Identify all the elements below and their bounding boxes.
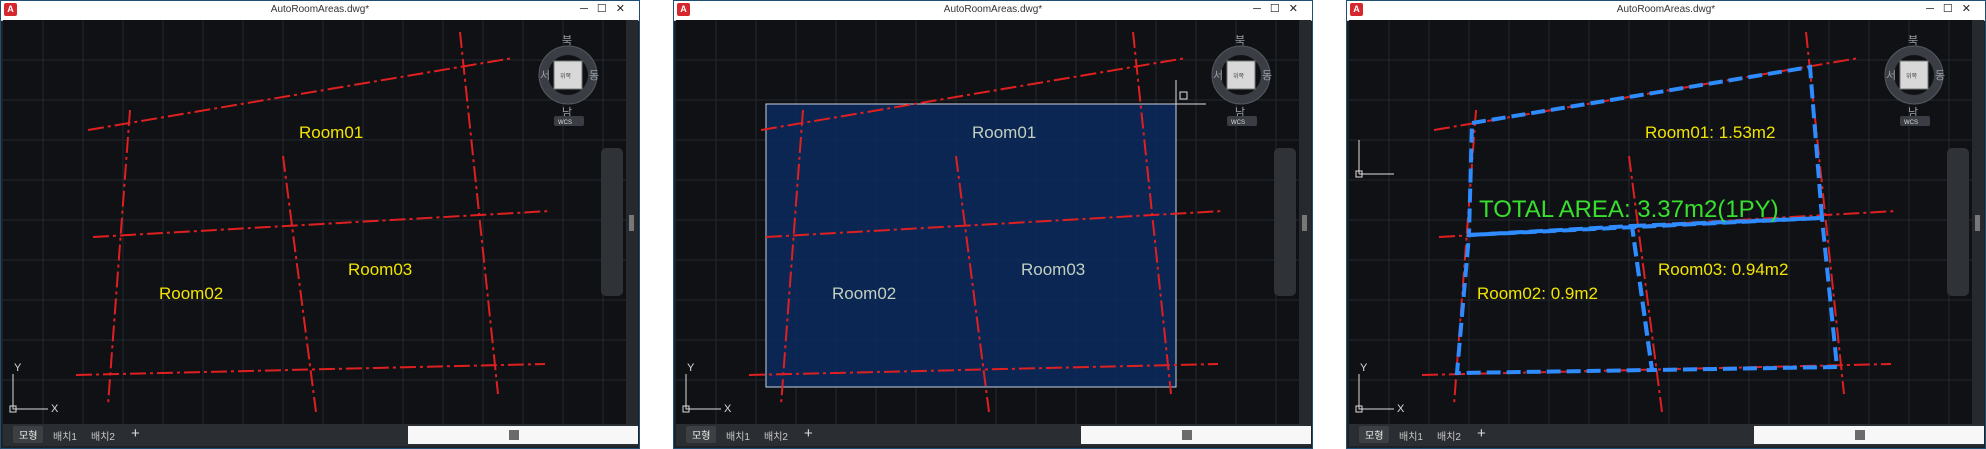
close-icon[interactable]: ✕ xyxy=(616,3,634,15)
ucs-x-label: X xyxy=(1397,403,1405,415)
drawing-canvas[interactable]: Room01: 1.53m2 Room02: 0.9m2 Room03: 0.9… xyxy=(1349,20,1972,424)
viewcube-face-label: 위쪽 xyxy=(1233,72,1245,80)
drawing-canvas[interactable]: Room01 Room02 Room03 Y X 북 남 서 동 위쪽 WCS xyxy=(676,20,1299,424)
minimize-icon[interactable]: ─ xyxy=(1926,3,1943,15)
room-label-room03[interactable]: Room03: 0.94m2 xyxy=(1658,260,1788,279)
tab-layout1[interactable]: 배치1 xyxy=(1399,428,1423,443)
compass-east-label[interactable]: 동 xyxy=(589,70,599,82)
minimize-icon[interactable]: ─ xyxy=(1253,3,1270,15)
compass-north-label[interactable]: 북 xyxy=(562,34,572,47)
title-bar[interactable]: A AutoRoomAreas.dwg* ─☐✕ xyxy=(673,0,1313,21)
close-icon[interactable]: ✕ xyxy=(1962,3,1980,15)
viewcube[interactable]: 북 남 서 동 위쪽 WCS xyxy=(1211,34,1272,126)
compass-west-label[interactable]: 서 xyxy=(1886,69,1896,82)
navigation-bar[interactable] xyxy=(1947,148,1969,296)
room-label-room02[interactable]: Room02 xyxy=(832,284,896,303)
room-label-room02[interactable]: Room02: 0.9m2 xyxy=(1477,284,1598,303)
minimize-icon[interactable]: ─ xyxy=(580,3,597,15)
ucs-y-label: Y xyxy=(14,362,22,374)
ucs-x-label: X xyxy=(724,403,732,415)
room-label-room01[interactable]: Room01 xyxy=(972,123,1036,142)
drawing-svg: Room01 Room02 Room03 Y X 북 남 서 동 위쪽 WCS xyxy=(676,20,1299,424)
selection-window[interactable] xyxy=(765,103,1177,388)
maximize-icon[interactable]: ☐ xyxy=(1270,3,1289,15)
tab-layout2[interactable]: 배치2 xyxy=(91,428,115,443)
drawing-window-1: A AutoRoomAreas.dwg* ─☐✕ Room01 Room02 R… xyxy=(0,0,640,449)
compass-east-label[interactable]: 동 xyxy=(1262,70,1272,82)
add-layout-button[interactable]: + xyxy=(1477,425,1486,442)
status-toggle-icon[interactable] xyxy=(509,430,519,440)
room-label-room03[interactable]: Room03 xyxy=(1021,260,1085,279)
status-toggle-icon[interactable] xyxy=(1182,430,1192,440)
compass-west-label[interactable]: 서 xyxy=(1213,69,1223,82)
tab-layout1[interactable]: 배치1 xyxy=(53,428,77,443)
ucs-y-label: Y xyxy=(687,362,695,374)
viewcube[interactable]: 북 남 서 동 위쪽 WCS xyxy=(1884,34,1945,126)
compass-north-label[interactable]: 북 xyxy=(1235,34,1245,47)
tab-layout2[interactable]: 배치2 xyxy=(1437,428,1461,443)
drawing-svg: Room01 Room02 Room03 Y X 북 남 서 동 위쪽 WCS xyxy=(3,20,626,424)
vertical-scrollbar[interactable] xyxy=(1299,20,1311,424)
window-controls: ─☐✕ xyxy=(1926,2,1980,15)
ucs-x-label: X xyxy=(51,403,59,415)
scroll-thumb[interactable] xyxy=(1975,215,1980,231)
close-icon[interactable]: ✕ xyxy=(1289,3,1307,15)
total-area-label[interactable]: TOTAL AREA: 3.37m2(1PY) xyxy=(1479,196,1779,223)
ucs-y-label: Y xyxy=(1360,362,1368,374)
title-bar[interactable]: A AutoRoomAreas.dwg* ─☐✕ xyxy=(0,0,640,21)
ucs-menu-label: WCS xyxy=(1904,120,1918,126)
navigation-bar[interactable] xyxy=(601,148,623,296)
window-controls: ─☐✕ xyxy=(580,2,634,15)
vertical-scrollbar[interactable] xyxy=(1972,20,1984,424)
scroll-thumb[interactable] xyxy=(629,215,634,231)
compass-west-label[interactable]: 서 xyxy=(540,69,550,82)
tab-model[interactable]: 모형 xyxy=(1359,426,1390,443)
status-toggle-icon[interactable] xyxy=(1855,430,1865,440)
vertical-scrollbar[interactable] xyxy=(626,20,638,424)
drawing-window-3: A AutoRoomAreas.dwg* ─☐✕ Room01: 1.53m2 … xyxy=(1346,0,1986,449)
window-title: AutoRoomAreas.dwg* xyxy=(1616,4,1716,15)
drawing-canvas[interactable]: Room01 Room02 Room03 Y X 북 남 서 동 위쪽 WCS xyxy=(3,20,626,424)
viewcube[interactable]: 북 남 서 동 위쪽 WCS xyxy=(538,34,599,126)
scroll-thumb[interactable] xyxy=(1302,215,1307,231)
tab-layout1[interactable]: 배치1 xyxy=(726,428,750,443)
window-title: AutoRoomAreas.dwg* xyxy=(943,4,1043,15)
status-field[interactable] xyxy=(1081,426,1311,444)
room-label-room01[interactable]: Room01: 1.53m2 xyxy=(1645,123,1775,142)
title-bar[interactable]: A AutoRoomAreas.dwg* ─☐✕ xyxy=(1346,0,1986,21)
boundary-room03[interactable] xyxy=(1630,215,1840,373)
status-field[interactable] xyxy=(408,426,638,444)
tab-layout2[interactable]: 배치2 xyxy=(764,428,788,443)
navigation-bar[interactable] xyxy=(1274,148,1296,296)
compass-east-label[interactable]: 동 xyxy=(1935,70,1945,82)
tab-model[interactable]: 모형 xyxy=(686,426,717,443)
drawing-svg: Room01: 1.53m2 Room02: 0.9m2 Room03: 0.9… xyxy=(1349,20,1972,424)
maximize-icon[interactable]: ☐ xyxy=(1943,3,1962,15)
room-label-room03[interactable]: Room03 xyxy=(348,260,412,279)
ucs-menu-label: WCS xyxy=(558,120,572,126)
drawing-window-2: A AutoRoomAreas.dwg* ─☐✕ Room01 Room02 R… xyxy=(673,0,1313,449)
viewcube-face-label: 위쪽 xyxy=(1906,72,1918,80)
ucs-menu-label: WCS xyxy=(1231,120,1245,126)
window-controls: ─☐✕ xyxy=(1253,2,1307,15)
crosshair-cursor xyxy=(1355,140,1394,178)
status-field[interactable] xyxy=(1754,426,1984,444)
room-label-room02[interactable]: Room02 xyxy=(159,284,223,303)
maximize-icon[interactable]: ☐ xyxy=(597,3,616,15)
window-title: AutoRoomAreas.dwg* xyxy=(270,4,370,15)
add-layout-button[interactable]: + xyxy=(804,425,813,442)
tab-model[interactable]: 모형 xyxy=(13,426,44,443)
add-layout-button[interactable]: + xyxy=(131,425,140,442)
viewcube-face-label: 위쪽 xyxy=(560,72,572,80)
room-label-room01[interactable]: Room01 xyxy=(299,123,363,142)
grid xyxy=(3,20,626,424)
centerlines[interactable] xyxy=(75,31,551,413)
compass-north-label[interactable]: 북 xyxy=(1908,34,1918,47)
